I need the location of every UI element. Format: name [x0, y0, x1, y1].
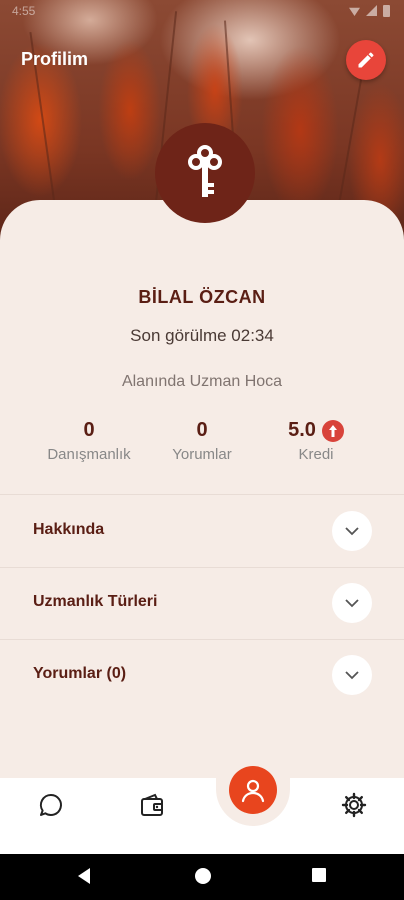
section-expertise[interactable]: Uzmanlık Türleri [0, 567, 404, 639]
section-reviews[interactable]: Yorumlar (0) [0, 639, 404, 711]
stat-reviews-value: 0 [196, 419, 208, 441]
status-bar: 4:55 [0, 0, 404, 24]
section-about-label: Hakkında [33, 521, 105, 538]
stat-credit: 5.0 Kredi [251, 419, 381, 463]
add-credit-button[interactable] [321, 419, 344, 442]
stat-reviews-label: Yorumlar [172, 446, 232, 463]
wallet-icon [141, 793, 163, 816]
edit-profile-button[interactable] [346, 40, 386, 80]
expand-about-button[interactable] [332, 511, 372, 551]
battery-icon [383, 5, 390, 17]
user-name: BİLAL ÖZCAN [138, 287, 266, 307]
pencil-icon [358, 52, 374, 68]
plus-icon [328, 424, 337, 437]
system-navigation-bar [0, 854, 404, 900]
home-icon[interactable] [195, 868, 211, 884]
profile-screen: 4:55 Profilim BİLAL ÖZCAN Son görülme 02… [0, 0, 404, 900]
nav-wallet-button[interactable] [137, 790, 167, 820]
expand-expertise-button[interactable] [332, 583, 372, 623]
nav-profile-button[interactable] [229, 766, 277, 814]
nav-chat-button[interactable] [36, 790, 66, 820]
back-icon[interactable] [78, 868, 90, 884]
expand-reviews-button[interactable] [332, 655, 372, 695]
stat-consultations-value: 0 [83, 419, 95, 441]
section-reviews-label: Yorumlar (0) [33, 665, 127, 682]
section-about[interactable]: Hakkında [0, 495, 404, 567]
wifi-icon [349, 7, 360, 16]
stat-reviews: 0 Yorumlar [137, 419, 267, 463]
page-title: Profilim [21, 49, 89, 69]
avatar [155, 123, 255, 223]
stat-credit-label: Kredi [298, 446, 334, 463]
last-seen-text: Son görülme 02:34 [130, 326, 274, 345]
chevron-down-icon [345, 598, 359, 607]
section-expertise-label: Uzmanlık Türleri [33, 593, 158, 610]
nav-settings-button[interactable] [339, 790, 369, 820]
key-icon [188, 145, 222, 197]
stat-consultations: 0 Danışmanlık [24, 419, 154, 463]
chat-icon [39, 793, 62, 816]
stat-consultations-label: Danışmanlık [47, 446, 131, 463]
chevron-down-icon [345, 670, 359, 679]
status-time: 4:55 [12, 4, 36, 18]
chevron-down-icon [345, 526, 359, 535]
stat-credit-value: 5.0 [288, 419, 316, 441]
signal-icon [366, 5, 377, 16]
profile-icon [241, 779, 265, 803]
recent-apps-icon[interactable] [312, 868, 326, 882]
settings-icon [341, 792, 367, 818]
user-title: Alanında Uzman Hoca [121, 373, 283, 390]
